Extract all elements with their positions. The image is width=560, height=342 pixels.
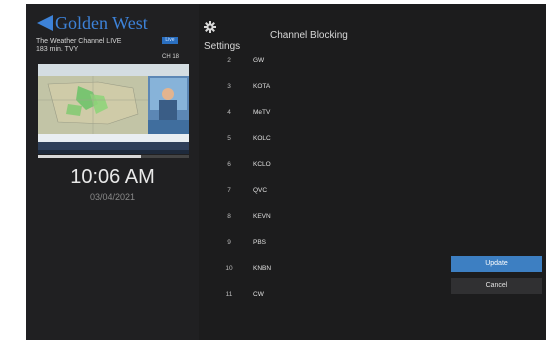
cancel-button[interactable]: Cancel [451, 278, 542, 294]
current-time: 10:06 AM [70, 166, 155, 188]
playback-progress [38, 155, 189, 158]
channel-row[interactable]: 2 GW [216, 49, 336, 75]
channel-name: QVC [253, 187, 268, 194]
channel-number: 5 [227, 135, 231, 142]
brand-logo: Golden West [37, 12, 148, 34]
program-info: The Weather Channel LIVE 183 min. TVY [36, 38, 121, 54]
channel-name: KEVN [253, 213, 271, 220]
channel-number: 8 [227, 213, 231, 220]
channel-name: KOTA [253, 83, 271, 90]
channel-row[interactable]: 10 KNBN [216, 257, 336, 283]
channel-row[interactable]: 5 KOLC [216, 127, 336, 153]
channel-number: 10 [225, 265, 233, 272]
channel-number: 9 [227, 239, 231, 246]
channel-number-tag: CH 18 [162, 54, 180, 60]
playback-progress-fill [38, 155, 141, 158]
channel-name: MeTV [253, 109, 271, 116]
channel-name: CW [253, 291, 264, 298]
channel-row[interactable]: 4 MeTV [216, 101, 336, 127]
current-date: 03/04/2021 [89, 192, 136, 202]
weather-map-image [38, 64, 189, 154]
channel-number: 3 [227, 83, 231, 90]
page-title: Channel Blocking [270, 30, 348, 41]
tv-screen: Golden West The Weather Channel LIVE 183… [26, 4, 546, 340]
channel-number: 7 [227, 187, 231, 194]
channel-list: 2 GW 3 KOTA 4 MeTV 5 KOLC 6 KCLO 7 QVC 8 KEVN 9 PBS 10 KN… [216, 49, 336, 309]
channel-number: 6 [227, 161, 231, 168]
channel-number: 4 [227, 109, 231, 116]
update-button[interactable]: Update [451, 256, 542, 272]
gear-icon[interactable] [204, 21, 216, 33]
channel-row[interactable]: 8 KEVN [216, 205, 336, 231]
logo-mark-icon [37, 15, 53, 31]
channel-row[interactable]: 7 QVC [216, 179, 336, 205]
channel-row[interactable]: 11 CW [216, 283, 336, 309]
program-duration: 183 min. TVY [36, 46, 79, 53]
channel-name: PBS [253, 239, 267, 246]
video-preview[interactable] [38, 64, 189, 154]
channel-number: 2 [227, 57, 231, 64]
channel-row[interactable]: 6 KCLO [216, 153, 336, 179]
channel-name: GW [253, 57, 265, 64]
channel-row[interactable]: 9 PBS [216, 231, 336, 257]
channel-number: 11 [225, 291, 233, 298]
live-badge: Live [162, 37, 178, 44]
channel-name: KOLC [253, 135, 271, 142]
channel-name: KNBN [253, 265, 272, 272]
channel-row[interactable]: 3 KOTA [216, 75, 336, 101]
channel-name: KCLO [253, 161, 271, 168]
now-playing-panel: Golden West The Weather Channel LIVE 183… [26, 4, 199, 340]
program-title: The Weather Channel LIVE [36, 38, 122, 45]
brand-name: Golden West [55, 12, 148, 33]
